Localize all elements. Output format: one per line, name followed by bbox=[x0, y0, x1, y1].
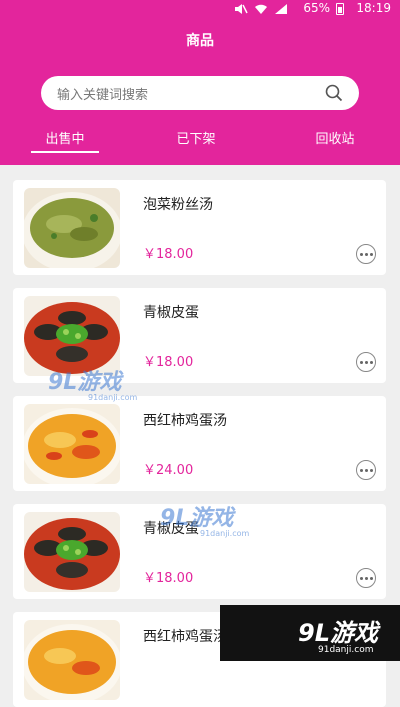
product-image bbox=[24, 404, 120, 484]
tab-recycle-bin[interactable]: 回收站 bbox=[295, 128, 375, 147]
more-options-button[interactable] bbox=[356, 460, 376, 480]
watermark-site: 91danji.com bbox=[88, 393, 138, 402]
product-image bbox=[24, 620, 120, 700]
battery-icon bbox=[336, 3, 344, 15]
product-name: 泡菜粉丝汤 bbox=[143, 197, 213, 213]
watermark: 9L游戏 91danji.com bbox=[160, 508, 249, 538]
search-icon[interactable] bbox=[325, 84, 343, 102]
product-name: 西红柿鸡蛋汤 bbox=[143, 413, 227, 429]
watermark-logo: 9L游戏 bbox=[48, 370, 122, 395]
tab-delisted[interactable]: 已下架 bbox=[156, 128, 236, 147]
signal-icon bbox=[275, 4, 287, 14]
product-card[interactable]: 西红柿鸡蛋汤 ￥24.00 bbox=[13, 396, 386, 491]
battery-percent: 65% bbox=[303, 1, 330, 15]
corner-watermark-site: 91danji.com bbox=[318, 645, 374, 655]
corner-watermark-logo: 9L游戏 bbox=[298, 619, 378, 647]
product-image bbox=[24, 512, 120, 592]
corner-watermark: 9L游戏 91danji.com bbox=[220, 605, 400, 661]
status-bar: 65% 18:19 bbox=[0, 0, 400, 18]
product-card[interactable]: 泡菜粉丝汤 ￥18.00 bbox=[13, 180, 386, 275]
tab-active-indicator bbox=[31, 151, 99, 153]
header: 65% 18:19 商品 输入关键词搜索 出售中 已下架 回收站 bbox=[0, 0, 400, 165]
product-image bbox=[24, 188, 120, 268]
watermark: 9L游戏 91danji.com bbox=[48, 372, 137, 402]
wifi-icon bbox=[255, 4, 267, 14]
product-price: ￥18.00 bbox=[143, 355, 194, 370]
product-name: 西红柿鸡蛋汤 bbox=[143, 629, 227, 645]
tab-bar: 出售中 已下架 回收站 bbox=[0, 128, 400, 158]
product-image bbox=[24, 296, 120, 376]
mute-icon bbox=[235, 4, 248, 14]
product-card[interactable]: 青椒皮蛋 ￥18.00 bbox=[13, 288, 386, 383]
tab-on-sale[interactable]: 出售中 bbox=[25, 128, 105, 147]
product-name: 青椒皮蛋 bbox=[143, 305, 199, 321]
product-price: ￥18.00 bbox=[143, 571, 194, 586]
product-price: ￥24.00 bbox=[143, 463, 194, 478]
status-icons bbox=[234, 3, 288, 15]
page-title: 商品 bbox=[186, 33, 214, 49]
search-input[interactable]: 输入关键词搜索 bbox=[41, 76, 359, 110]
search-placeholder: 输入关键词搜索 bbox=[57, 87, 149, 103]
product-price: ￥18.00 bbox=[143, 247, 194, 262]
watermark-site: 91danji.com bbox=[200, 529, 250, 538]
more-options-button[interactable] bbox=[356, 352, 376, 372]
more-options-button[interactable] bbox=[356, 568, 376, 588]
status-time: 18:19 bbox=[356, 1, 391, 15]
more-options-button[interactable] bbox=[356, 244, 376, 264]
watermark-logo: 9L游戏 bbox=[160, 506, 234, 531]
